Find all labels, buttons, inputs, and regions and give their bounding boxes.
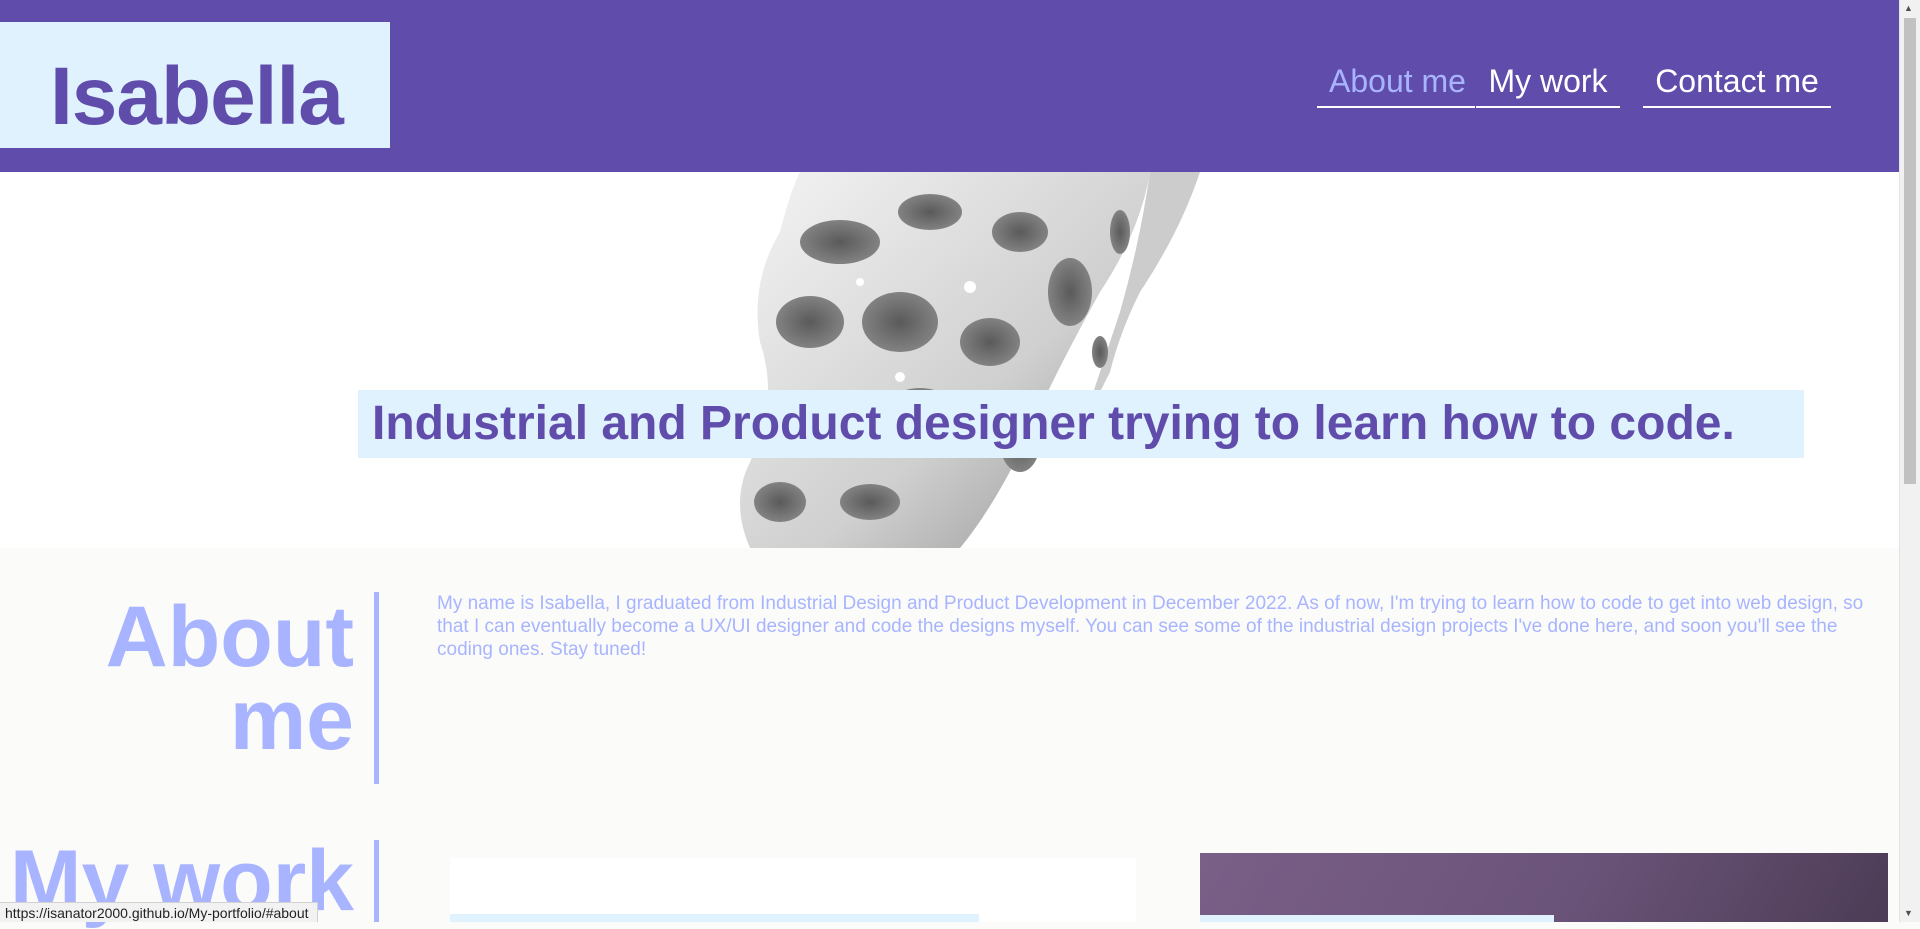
about-title: About me xyxy=(105,589,354,768)
nav-my-work[interactable]: My work xyxy=(1476,62,1620,109)
status-bar-url: https://isanator2000.github.io/My-portfo… xyxy=(0,902,318,922)
project-card[interactable] xyxy=(1200,853,1888,922)
scrollbar-thumb[interactable] xyxy=(1904,18,1916,484)
vertical-scrollbar[interactable]: ▲ ▼ xyxy=(1899,0,1920,922)
tagline-box: Industrial and Product designer trying t… xyxy=(358,390,1804,458)
hero-banner xyxy=(0,172,1899,548)
logo[interactable]: Isabella xyxy=(0,22,390,148)
work-divider xyxy=(374,840,379,922)
project-card-caption xyxy=(1200,915,1554,922)
hero-tagline: Industrial and Product designer trying t… xyxy=(372,397,1735,450)
logo-text: Isabella xyxy=(50,51,344,142)
about-divider xyxy=(374,592,379,784)
site-header: Isabella About me My work Contact me xyxy=(0,0,1899,172)
sculpture-image xyxy=(740,172,1200,548)
project-card[interactable] xyxy=(450,858,1136,922)
nav-contact-me[interactable]: Contact me xyxy=(1643,62,1831,109)
scroll-up-arrow-icon[interactable]: ▲ xyxy=(1904,4,1913,13)
about-text: My name is Isabella, I graduated from In… xyxy=(437,593,1864,661)
scroll-down-arrow-icon[interactable]: ▼ xyxy=(1904,909,1913,918)
project-card-caption xyxy=(450,914,979,922)
nav-about-me[interactable]: About me xyxy=(1317,62,1475,109)
